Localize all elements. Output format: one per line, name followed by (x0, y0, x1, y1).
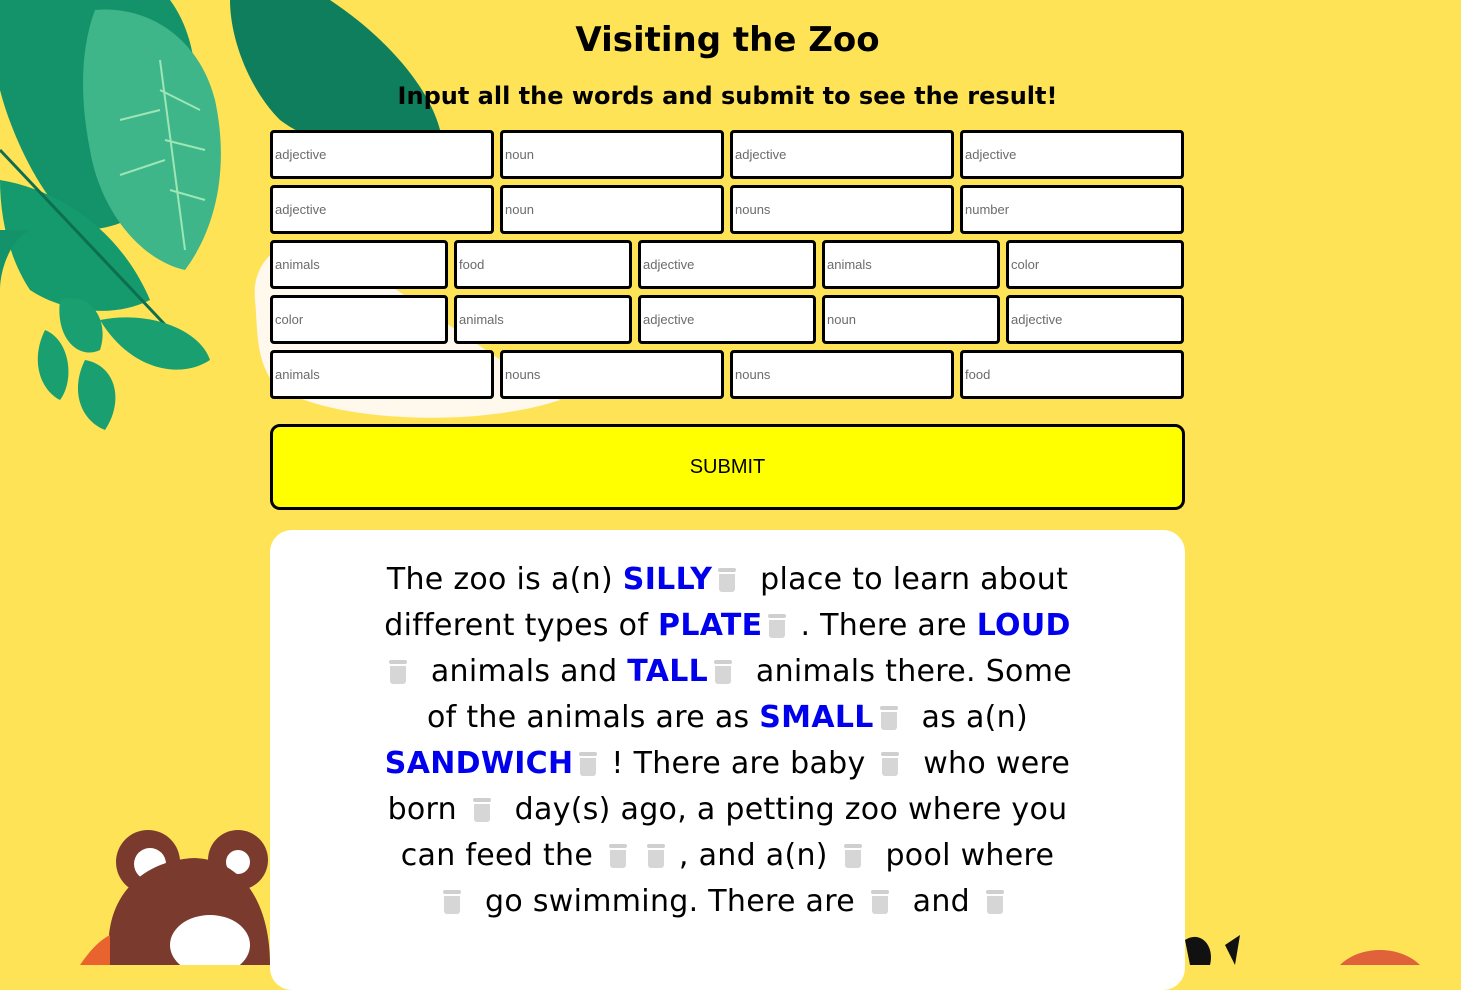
leaf-shape (83, 9, 221, 270)
trash-icon[interactable] (842, 844, 864, 868)
trash-icon[interactable] (712, 660, 734, 684)
word-input[interactable] (270, 350, 494, 399)
story-fragment: , and a(n) (678, 838, 838, 873)
word-input[interactable] (960, 185, 1184, 234)
word-input[interactable] (730, 130, 954, 179)
filled-word: SMALL (759, 700, 874, 735)
input-row (270, 295, 1185, 344)
word-input[interactable] (270, 295, 448, 344)
input-row (270, 130, 1185, 179)
word-input[interactable] (638, 295, 816, 344)
word-input[interactable] (500, 130, 724, 179)
trash-icon[interactable] (387, 660, 409, 684)
input-row (270, 350, 1185, 399)
page-title: Visiting the Zoo (575, 20, 880, 60)
story-fragment: go swimming. There are (475, 884, 865, 919)
filled-word: SILLY (622, 562, 713, 597)
word-input[interactable] (730, 350, 954, 399)
input-row (270, 185, 1185, 234)
word-input[interactable] (960, 350, 1184, 399)
trash-icon[interactable] (869, 890, 891, 914)
story-fragment: and (902, 884, 980, 919)
trash-icon[interactable] (607, 844, 629, 868)
word-input[interactable] (822, 295, 1000, 344)
word-input[interactable] (638, 240, 816, 289)
story-fragment: pool where (875, 838, 1055, 873)
trash-icon[interactable] (716, 568, 738, 592)
trash-icon[interactable] (879, 752, 901, 776)
trash-icon[interactable] (766, 614, 788, 638)
story-fragment: as a(n) (911, 700, 1028, 735)
word-input[interactable] (270, 130, 494, 179)
word-input[interactable] (500, 185, 724, 234)
word-input[interactable] (730, 185, 954, 234)
filled-word: LOUD (976, 608, 1071, 643)
story-fragment: . There are (800, 608, 977, 643)
story-fragment: The zoo is a(n) (386, 562, 623, 597)
filled-word: SANDWICH (384, 746, 574, 781)
word-input[interactable] (454, 295, 632, 344)
trash-icon[interactable] (984, 890, 1006, 914)
word-input[interactable] (1006, 295, 1184, 344)
trash-icon[interactable] (441, 890, 463, 914)
word-input[interactable] (1006, 240, 1184, 289)
story-fragment: animals and (421, 654, 628, 689)
filled-word: PLATE (658, 608, 763, 643)
word-input[interactable] (454, 240, 632, 289)
word-input[interactable] (960, 130, 1184, 179)
trash-icon[interactable] (577, 752, 599, 776)
trash-icon[interactable] (878, 706, 900, 730)
story-result: The zoo is a(n) SILLY place to learn abo… (270, 530, 1185, 990)
word-input[interactable] (822, 240, 1000, 289)
trash-icon[interactable] (471, 798, 493, 822)
story-text: The zoo is a(n) SILLY place to learn abo… (380, 557, 1075, 925)
story-fragment: ! There are baby (611, 746, 876, 781)
word-input[interactable] (270, 240, 448, 289)
instructions: Input all the words and submit to see th… (397, 82, 1058, 110)
trash-icon[interactable] (645, 844, 667, 868)
submit-button[interactable]: SUBMIT (270, 424, 1185, 510)
word-input[interactable] (270, 185, 494, 234)
filled-word: TALL (627, 654, 709, 689)
input-row (270, 240, 1185, 289)
word-input[interactable] (500, 350, 724, 399)
